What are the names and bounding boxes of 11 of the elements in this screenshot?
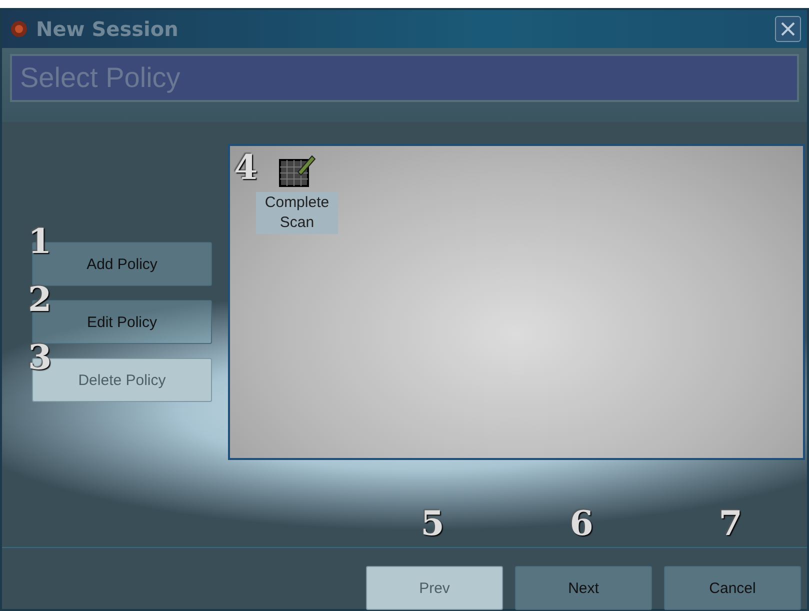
window-title: New Session bbox=[36, 17, 180, 41]
policy-item[interactable]: Complete Scan bbox=[256, 192, 338, 234]
callout-number: 4 bbox=[234, 148, 258, 188]
wizard-button[interactable]: Cancel bbox=[664, 566, 801, 610]
close-button[interactable] bbox=[775, 16, 801, 42]
wizard-button[interactable]: Next bbox=[515, 566, 652, 610]
callout-number: 5 bbox=[420, 504, 444, 544]
close-icon bbox=[780, 21, 796, 37]
callout-number: 7 bbox=[718, 504, 742, 544]
callout-number: 6 bbox=[570, 504, 594, 544]
app-logo-icon bbox=[10, 20, 28, 38]
